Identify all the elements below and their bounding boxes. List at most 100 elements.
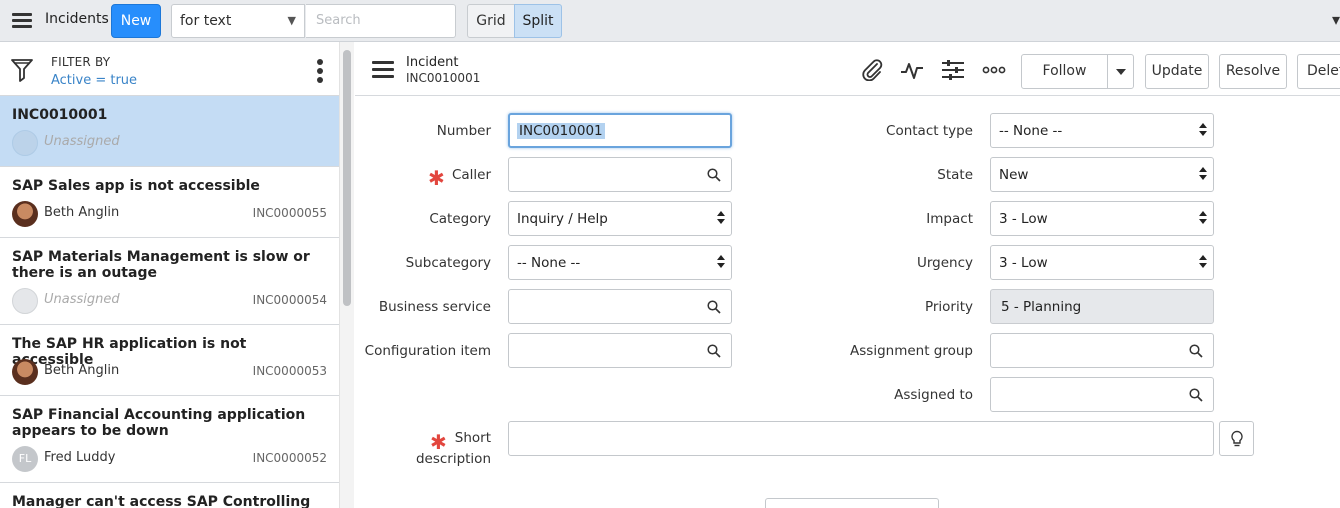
suggestion-button[interactable]	[1219, 421, 1254, 456]
avatar	[12, 201, 38, 227]
contact-type-label: Contact type	[886, 123, 973, 139]
caller-field[interactable]	[508, 157, 698, 192]
short-description-label: Short	[454, 430, 491, 446]
form-bottom-button[interactable]	[765, 498, 939, 508]
kebab-icon[interactable]	[316, 59, 324, 83]
record-list: INC0010001 Unassigned SAP Sales app is n…	[0, 96, 339, 508]
priority-field: 5 - Planning	[990, 289, 1214, 324]
list-item[interactable]: INC0010001 Unassigned	[0, 96, 339, 167]
grid-view-button[interactable]: Grid	[467, 4, 515, 38]
avatar	[12, 130, 38, 156]
filter-funnel-icon[interactable]	[11, 58, 33, 82]
settings-sliders-icon[interactable]	[941, 59, 965, 81]
form-header: Incident INC0010001 Follow Update Resolv…	[355, 42, 1340, 96]
list-item[interactable]: SAP Financial Accounting application app…	[0, 396, 339, 483]
list-item-user: Unassigned	[44, 292, 120, 307]
state-select[interactable]: New	[990, 157, 1214, 192]
list-item-user: Unassigned	[44, 134, 120, 149]
assignment-group-field[interactable]	[990, 333, 1180, 368]
sort-arrows-icon	[1199, 122, 1207, 138]
list-title: Incidents	[45, 11, 109, 27]
list-item-number: INC0000053	[252, 364, 327, 378]
configuration-item-label: Configuration item	[364, 343, 491, 359]
chevron-down-icon[interactable]: ▾	[1332, 10, 1340, 29]
more-icon[interactable]	[982, 59, 1006, 81]
impact-select[interactable]: 3 - Low	[990, 201, 1214, 236]
assigned-to-label: Assigned to	[894, 387, 973, 403]
urgency-select[interactable]: 3 - Low	[990, 245, 1214, 280]
form-title: Incident	[406, 55, 459, 70]
sort-arrows-icon	[1199, 254, 1207, 270]
priority-label: Priority	[924, 299, 973, 315]
follow-button[interactable]: Follow	[1021, 54, 1108, 89]
list-item-title: INC0010001	[12, 107, 108, 123]
follow-dropdown-button[interactable]	[1107, 54, 1134, 89]
short-description-label-line2: description	[415, 451, 491, 467]
search-icon	[707, 168, 721, 182]
delete-button[interactable]: Delete	[1297, 54, 1340, 89]
search-input[interactable]: Search	[306, 4, 456, 38]
chevron-down-icon	[1115, 69, 1126, 75]
split-view-button[interactable]: Split	[514, 4, 562, 38]
list-scrollbar[interactable]	[339, 42, 354, 508]
assignment-group-lookup-button[interactable]	[1179, 333, 1214, 368]
sort-arrows-icon	[717, 210, 725, 226]
subcategory-select[interactable]: -- None --	[508, 245, 732, 280]
subcategory-select-value: -- None --	[517, 255, 581, 271]
search-field-value: for text	[180, 13, 232, 29]
list-item-title: SAP Financial Accounting application app…	[12, 407, 306, 439]
lightbulb-icon	[1231, 430, 1243, 447]
list-item[interactable]: Manager can't access SAP Controlling	[0, 483, 339, 508]
contact-type-select[interactable]: -- None --	[990, 113, 1214, 148]
resolve-button[interactable]: Resolve	[1219, 54, 1287, 89]
chevron-down-icon: ▼	[287, 14, 296, 27]
number-field[interactable]: INC0010001	[508, 113, 732, 148]
new-button[interactable]: New	[111, 4, 161, 38]
filter-label: FILTER BY	[51, 55, 111, 69]
business-service-field[interactable]	[508, 289, 698, 324]
filter-bar: FILTER BY Active = true	[0, 42, 339, 96]
record-list-pane: FILTER BY Active = true INC0010001 Unass…	[0, 42, 354, 508]
short-description-field[interactable]	[508, 421, 1214, 456]
category-label: Category	[429, 211, 491, 227]
urgency-select-value: 3 - Low	[999, 255, 1048, 271]
assigned-to-lookup-button[interactable]	[1179, 377, 1214, 412]
list-item[interactable]: The SAP HR application is not accessible…	[0, 325, 339, 396]
assigned-to-field[interactable]	[990, 377, 1180, 412]
list-toolbar: Incidents New for text ▼ Search Grid Spl…	[0, 0, 1340, 42]
search-field-select[interactable]: for text ▼	[171, 4, 305, 38]
menu-icon[interactable]	[372, 61, 394, 79]
business-service-lookup-button[interactable]	[697, 289, 732, 324]
subcategory-label: Subcategory	[405, 255, 491, 271]
list-item[interactable]: SAP Materials Management is slow or ther…	[0, 238, 339, 325]
menu-icon[interactable]	[10, 10, 34, 32]
configuration-item-lookup-button[interactable]	[697, 333, 732, 368]
list-item[interactable]: SAP Sales app is not accessible Beth Ang…	[0, 167, 339, 238]
list-item-user: Beth Anglin	[44, 205, 120, 220]
filter-condition-link[interactable]: Active = true	[51, 73, 137, 88]
list-item-title: SAP Sales app is not accessible	[12, 178, 260, 194]
contact-type-select-value: -- None --	[999, 123, 1063, 139]
form-record-number: INC0010001	[406, 71, 481, 85]
search-icon	[1189, 388, 1203, 402]
avatar: FL	[12, 446, 38, 472]
assignment-group-label: Assignment group	[850, 343, 973, 359]
search-icon	[1189, 344, 1203, 358]
priority-field-value: 5 - Planning	[1001, 299, 1082, 315]
sort-arrows-icon	[1199, 210, 1207, 226]
configuration-item-field[interactable]	[508, 333, 698, 368]
list-item-user: Beth Anglin	[44, 363, 120, 378]
state-select-value: New	[999, 167, 1029, 183]
list-item-number: INC0000052	[252, 451, 327, 465]
category-select[interactable]: Inquiry / Help	[508, 201, 732, 236]
activity-icon[interactable]	[900, 59, 924, 81]
scrollbar-thumb[interactable]	[343, 50, 351, 306]
search-icon	[707, 344, 721, 358]
update-button[interactable]: Update	[1145, 54, 1209, 89]
urgency-label: Urgency	[916, 255, 973, 271]
search-icon	[707, 300, 721, 314]
list-item-title: Manager can't access SAP Controlling	[12, 494, 311, 508]
caller-lookup-button[interactable]	[697, 157, 732, 192]
list-item-title: SAP Materials Management is slow or ther…	[12, 249, 310, 281]
attachment-icon[interactable]	[860, 59, 884, 81]
